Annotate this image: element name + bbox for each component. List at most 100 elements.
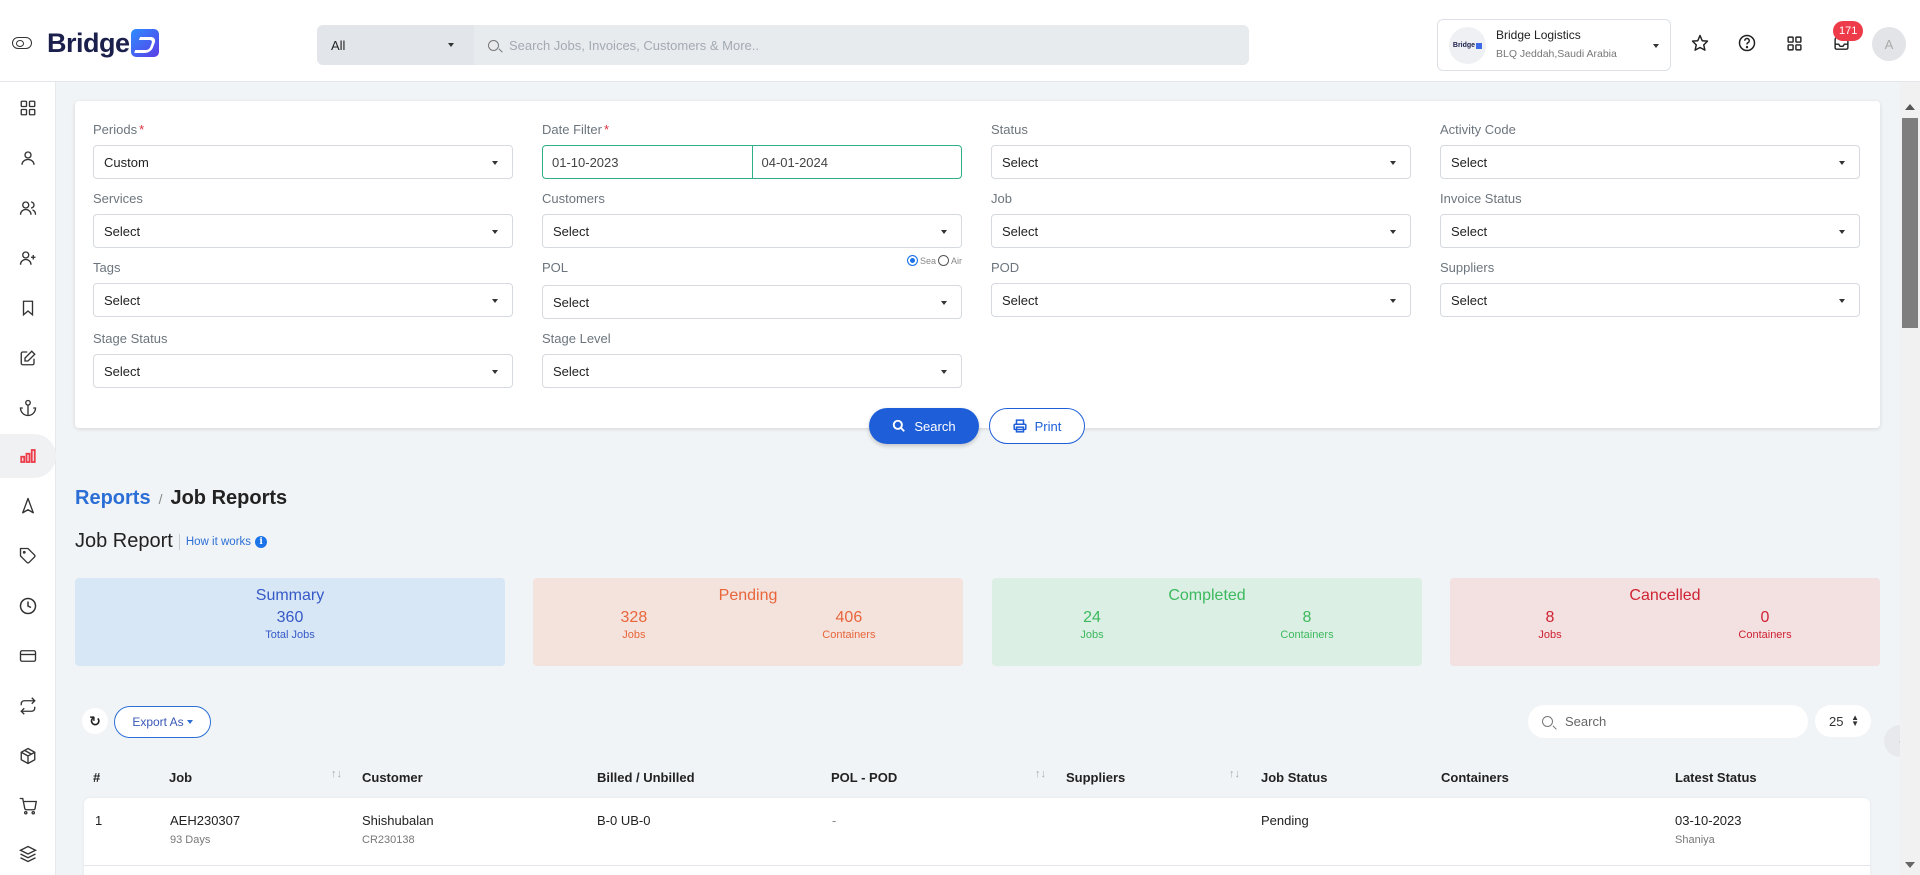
- customers-select[interactable]: Select: [542, 214, 962, 248]
- stage-level-select[interactable]: Select: [542, 354, 962, 388]
- summary-card: Summary 360 Total Jobs: [75, 578, 505, 666]
- job-number[interactable]: AEH230307: [170, 813, 240, 828]
- how-it-works-link[interactable]: How it works i: [186, 535, 268, 548]
- search-button[interactable]: Search: [869, 408, 979, 444]
- export-as-button[interactable]: Export As: [114, 706, 211, 738]
- apps-grid-icon[interactable]: [1783, 32, 1805, 54]
- scroll-down-icon[interactable]: [1905, 862, 1915, 868]
- user-avatar[interactable]: A: [1872, 27, 1906, 61]
- sidebar-item-cart[interactable]: [0, 784, 56, 828]
- print-button[interactable]: Print: [989, 408, 1085, 444]
- scroll-up-icon[interactable]: [1905, 104, 1915, 110]
- refresh-button[interactable]: ↻: [82, 708, 108, 734]
- transport-mode-radios: Sea Air: [906, 255, 962, 266]
- job-label: Job: [991, 191, 1012, 206]
- sort-icon[interactable]: ↑↓: [331, 768, 342, 780]
- col-suppliers[interactable]: Suppliers: [1066, 770, 1125, 785]
- job-age: 93 Days: [170, 834, 211, 846]
- sidebar-toggle-icon[interactable]: [12, 37, 32, 49]
- col-customer: Customer: [362, 770, 423, 785]
- col-index: #: [93, 770, 101, 785]
- caret-down-icon: [492, 230, 498, 234]
- bar-chart-icon: [20, 449, 36, 463]
- sort-icon[interactable]: ↑↓: [1035, 768, 1046, 780]
- company-logo-mark: [1476, 42, 1483, 49]
- sea-radio[interactable]: [906, 255, 918, 266]
- sea-radio-label: Sea: [919, 255, 936, 266]
- periods-select[interactable]: Custom: [93, 145, 513, 179]
- page-scrollbar[interactable]: [1900, 82, 1920, 875]
- caret-down-icon: [1839, 161, 1845, 165]
- sidebar-item-payments[interactable]: [0, 634, 56, 678]
- date-from-input[interactable]: 01-10-2023: [543, 146, 753, 178]
- tags-select[interactable]: Select: [93, 283, 513, 317]
- logo-text: Bridge: [47, 27, 130, 58]
- stage-status-select[interactable]: Select: [93, 354, 513, 388]
- invoice-status-select[interactable]: Select: [1440, 214, 1860, 248]
- status-select[interactable]: Select: [991, 145, 1411, 179]
- job-select[interactable]: Select: [991, 214, 1411, 248]
- page-size-select[interactable]: 25 ▲ ▼: [1815, 705, 1871, 737]
- sidebar-item-edit[interactable]: [0, 336, 56, 380]
- app-logo[interactable]: Bridge: [47, 26, 159, 60]
- sidebar-item-user[interactable]: [0, 136, 56, 180]
- clock-icon: [19, 597, 37, 615]
- table-search-input[interactable]: [1565, 714, 1785, 729]
- job-cell[interactable]: AEH230307 93 Days: [170, 813, 240, 846]
- col-pol-pod[interactable]: POL - POD: [831, 770, 897, 785]
- notification-badge[interactable]: 171: [1833, 21, 1864, 41]
- completed-containers-value: 8: [1302, 609, 1312, 626]
- sidebar-item-transactions[interactable]: [0, 684, 56, 728]
- sidebar-item-users[interactable]: [0, 186, 56, 230]
- date-to-input[interactable]: 04-01-2024: [753, 146, 962, 178]
- sidebar-item-layers[interactable]: [0, 832, 56, 875]
- invoice-status-field: Invoice Status Select: [1440, 190, 1860, 248]
- sidebar-item-packages[interactable]: [0, 734, 56, 778]
- services-select[interactable]: Select: [93, 214, 513, 248]
- sidebar-item-history[interactable]: [0, 584, 56, 628]
- sidebar-item-add-user[interactable]: [0, 236, 56, 280]
- sidebar-item-anchor[interactable]: [0, 386, 56, 430]
- sidebar-item-navigation[interactable]: [0, 484, 56, 528]
- sidebar-item-bookmarks[interactable]: [0, 286, 56, 330]
- customers-label: Customers: [542, 191, 605, 206]
- sidebar-item-dashboard[interactable]: [0, 86, 56, 130]
- company-switcher[interactable]: Bridge Bridge Logistics BLQ Jeddah,Saudi…: [1437, 19, 1671, 71]
- search-scope-select[interactable]: All: [317, 25, 474, 65]
- breadcrumb-reports-link[interactable]: Reports: [75, 487, 151, 510]
- col-job[interactable]: Job: [169, 770, 192, 785]
- cart-icon: [19, 797, 37, 815]
- customers-value: Select: [553, 223, 590, 239]
- global-search-field: [474, 25, 1249, 65]
- star-icon[interactable]: [1689, 32, 1711, 54]
- col-containers: Containers: [1441, 770, 1509, 785]
- suppliers-select[interactable]: Select: [1440, 283, 1860, 317]
- sidebar-item-reports[interactable]: [0, 434, 56, 478]
- customer-name: Shishubalan: [362, 813, 434, 828]
- global-search-input[interactable]: [509, 37, 1249, 53]
- anchor-icon: [19, 399, 37, 417]
- completed-card: Completed 24 Jobs 8 Containers: [992, 578, 1422, 666]
- scrollbar-thumb[interactable]: [1902, 118, 1918, 328]
- latest-status-date: 03-10-2023: [1675, 813, 1742, 828]
- services-label: Services: [93, 191, 143, 206]
- sidebar-item-tags[interactable]: [0, 534, 56, 578]
- cancelled-jobs-label: Jobs: [1538, 629, 1562, 641]
- pol-label: POL: [542, 260, 569, 275]
- sort-updown-icon: ▲ ▼: [1851, 713, 1859, 728]
- printer-icon: [1013, 419, 1027, 433]
- help-icon[interactable]: [1736, 32, 1758, 54]
- customer-code: CR230138: [362, 834, 415, 846]
- col-job-status[interactable]: Job Status: [1261, 770, 1327, 785]
- pol-select[interactable]: Select: [542, 285, 962, 319]
- pod-select[interactable]: Select: [991, 283, 1411, 317]
- sidebar: [0, 82, 56, 875]
- air-radio[interactable]: [938, 255, 949, 266]
- stage-status-label: Stage Status: [93, 331, 168, 346]
- caret-down-icon: [492, 299, 498, 303]
- sort-icon[interactable]: ↑↓: [1229, 768, 1240, 780]
- page-size-value: 25: [1829, 713, 1844, 729]
- pending-card: Pending 328 Jobs 406 Containers: [533, 578, 963, 666]
- pending-jobs-value: 328: [620, 609, 648, 626]
- activity-code-select[interactable]: Select: [1440, 145, 1860, 179]
